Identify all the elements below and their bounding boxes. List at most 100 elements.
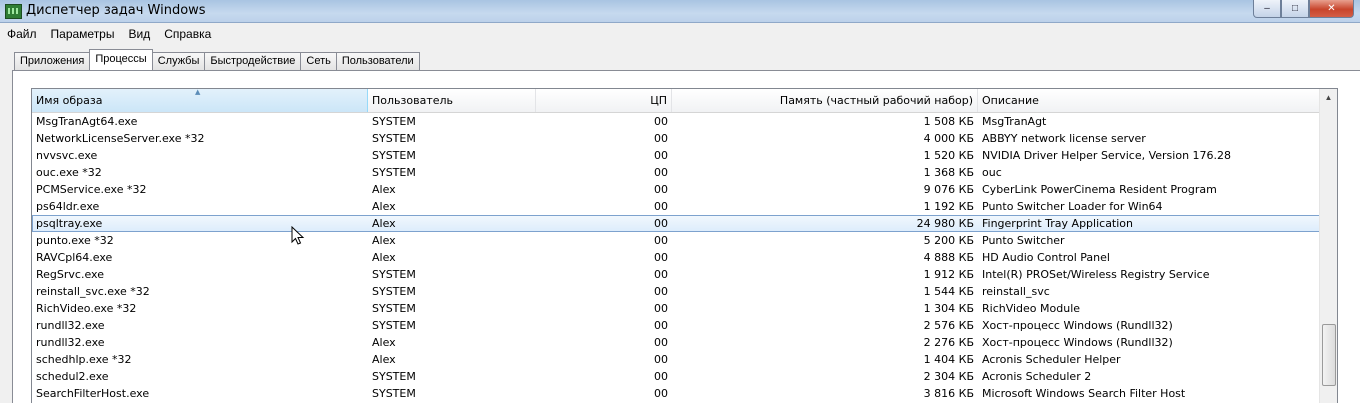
column-header-description[interactable]: Описание [978, 89, 1320, 112]
process-user: Alex [372, 353, 396, 366]
process-user: Alex [372, 234, 396, 247]
sort-ascending-icon: ▲ [195, 88, 201, 96]
table-row[interactable]: rundll32.exe SYSTEM 00 2 576 КБ Хост-процесс… [32, 317, 1320, 334]
process-name: schedul2.exe [36, 370, 109, 383]
process-memory: 2 304 КБ [923, 370, 974, 383]
process-memory: 24 980 КБ [916, 217, 974, 230]
process-name: MsgTranAgt64.exe [36, 115, 138, 128]
process-description: Acronis Scheduler 2 [982, 370, 1092, 383]
process-name: schedhlp.exe *32 [36, 353, 132, 366]
process-user: SYSTEM [372, 132, 416, 145]
table-row[interactable]: psqltray.exe Alex 00 24 980 КБ Fingerprint T… [32, 215, 1320, 232]
list-header: Имя образа ▲ Пользователь ЦП Память (час… [32, 89, 1320, 113]
table-row[interactable]: RichVideo.exe *32 SYSTEM 00 1 304 КБ RichVid… [32, 300, 1320, 317]
process-name: SearchFilterHost.exe [36, 387, 150, 400]
menu-file[interactable]: Файл [0, 27, 44, 41]
process-description: Microsoft Windows Search Filter Host [982, 387, 1186, 400]
close-button[interactable]: ✕ [1309, 0, 1354, 18]
table-row[interactable]: ouc.exe *32 SYSTEM 00 1 368 КБ ouc [32, 164, 1320, 181]
table-row[interactable]: nvvsvc.exe SYSTEM 00 1 520 КБ NVIDIA Driver … [32, 147, 1320, 164]
table-row[interactable]: RAVCpl64.exe Alex 00 4 888 КБ HD Audio Contr… [32, 249, 1320, 266]
process-name: RegSrvc.exe [36, 268, 104, 281]
process-cpu: 00 [654, 251, 668, 264]
process-cpu: 00 [654, 217, 668, 230]
process-memory: 2 276 КБ [923, 336, 974, 349]
tab-processes[interactable]: Процессы [89, 49, 153, 70]
tab-network[interactable]: Сеть [300, 52, 337, 70]
tab-strip: Приложения Процессы Службы Быстродействи… [14, 49, 420, 70]
process-name: RAVCpl64.exe [36, 251, 113, 264]
process-cpu: 00 [654, 302, 668, 315]
process-description: CyberLink PowerCinema Resident Program [982, 183, 1217, 196]
process-cpu: 00 [654, 149, 668, 162]
process-list[interactable]: Имя образа ▲ Пользователь ЦП Память (час… [31, 88, 1338, 403]
process-cpu: 00 [654, 234, 668, 247]
process-name: RichVideo.exe *32 [36, 302, 137, 315]
column-header-cpu[interactable]: ЦП [536, 89, 672, 112]
table-row[interactable]: SearchFilterHost.exe SYSTEM 00 3 816 КБ Micr… [32, 385, 1320, 402]
process-user: Alex [372, 200, 396, 213]
minimize-button[interactable]: – [1253, 0, 1281, 18]
process-description: Acronis Scheduler Helper [982, 353, 1121, 366]
process-user: SYSTEM [372, 302, 416, 315]
process-name: nvvsvc.exe [36, 149, 98, 162]
scrollbar-thumb[interactable] [1322, 324, 1336, 387]
table-row[interactable]: PCMService.exe *32 Alex 00 9 076 КБ CyberLin… [32, 181, 1320, 198]
process-memory: 1 404 КБ [923, 353, 974, 366]
process-memory: 2 576 КБ [923, 319, 974, 332]
process-description: Punto Switcher [982, 234, 1065, 247]
process-user: Alex [372, 217, 396, 230]
list-rows: MsgTranAgt64.exe SYSTEM 00 1 508 КБ MsgTranA… [32, 113, 1320, 402]
process-memory: 9 076 КБ [923, 183, 974, 196]
process-name: rundll32.exe [36, 336, 105, 349]
process-user: SYSTEM [372, 166, 416, 179]
table-row[interactable]: MsgTranAgt64.exe SYSTEM 00 1 508 КБ MsgTranA… [32, 113, 1320, 130]
tab-performance[interactable]: Быстродействие [204, 52, 302, 70]
process-description: MsgTranAgt [982, 115, 1047, 128]
table-row[interactable]: punto.exe *32 Alex 00 5 200 КБ Punto Switche… [32, 232, 1320, 249]
table-row[interactable]: RegSrvc.exe SYSTEM 00 1 912 КБ Intel(R) PROS… [32, 266, 1320, 283]
process-cpu: 00 [654, 319, 668, 332]
process-name: psqltray.exe [36, 217, 103, 230]
process-memory: 1 304 КБ [923, 302, 974, 315]
tab-applications[interactable]: Приложения [14, 52, 91, 70]
column-header-name[interactable]: Имя образа ▲ [32, 89, 368, 112]
process-description: Intel(R) PROSet/Wireless Registry Servic… [982, 268, 1210, 281]
process-user: SYSTEM [372, 370, 416, 383]
tab-users[interactable]: Пользователи [335, 52, 420, 70]
process-description: ouc [982, 166, 1002, 179]
process-name: punto.exe *32 [36, 234, 114, 247]
process-memory: 5 200 КБ [923, 234, 974, 247]
column-header-user[interactable]: Пользователь [368, 89, 536, 112]
process-cpu: 00 [654, 166, 668, 179]
table-row[interactable]: ps64ldr.exe Alex 00 1 192 КБ Punto Switcher … [32, 198, 1320, 215]
process-cpu: 00 [654, 336, 668, 349]
menu-options[interactable]: Параметры [44, 27, 122, 41]
process-memory: 4 000 КБ [923, 132, 974, 145]
process-cpu: 00 [654, 387, 668, 400]
caption-buttons: – □ ✕ [1253, 0, 1354, 18]
process-user: SYSTEM [372, 319, 416, 332]
vertical-scrollbar[interactable]: ▲ [1319, 89, 1337, 403]
process-cpu: 00 [654, 115, 668, 128]
maximize-button[interactable]: □ [1281, 0, 1309, 18]
menu-help[interactable]: Справка [157, 27, 218, 41]
menu-view[interactable]: Вид [121, 27, 157, 41]
table-row[interactable]: NetworkLicenseServer.exe *32 SYSTEM 00 4 00… [32, 130, 1320, 147]
process-cpu: 00 [654, 183, 668, 196]
table-row[interactable]: rundll32.exe Alex 00 2 276 КБ Хост-процесс W… [32, 334, 1320, 351]
process-cpu: 00 [654, 268, 668, 281]
table-row[interactable]: schedhlp.exe *32 Alex 00 1 404 КБ Acronis Sc… [32, 351, 1320, 368]
table-row[interactable]: reinstall_svc.exe *32 SYSTEM 00 1 544 КБ rei… [32, 283, 1320, 300]
tab-services[interactable]: Службы [151, 52, 206, 70]
title-bar[interactable]: Диспетчер задач Windows – □ ✕ [0, 0, 1360, 23]
process-description: Fingerprint Tray Application [982, 217, 1134, 230]
process-memory: 1 192 КБ [923, 200, 974, 213]
process-cpu: 00 [654, 200, 668, 213]
scroll-up-arrow-icon[interactable]: ▲ [1320, 89, 1337, 106]
column-header-memory[interactable]: Память (частный рабочий набор) [672, 89, 978, 112]
process-memory: 4 888 КБ [923, 251, 974, 264]
process-user: SYSTEM [372, 387, 416, 400]
process-description: NVIDIA Driver Helper Service, Version 17… [982, 149, 1232, 162]
table-row[interactable]: schedul2.exe SYSTEM 00 2 304 КБ Acronis Sche… [32, 368, 1320, 385]
